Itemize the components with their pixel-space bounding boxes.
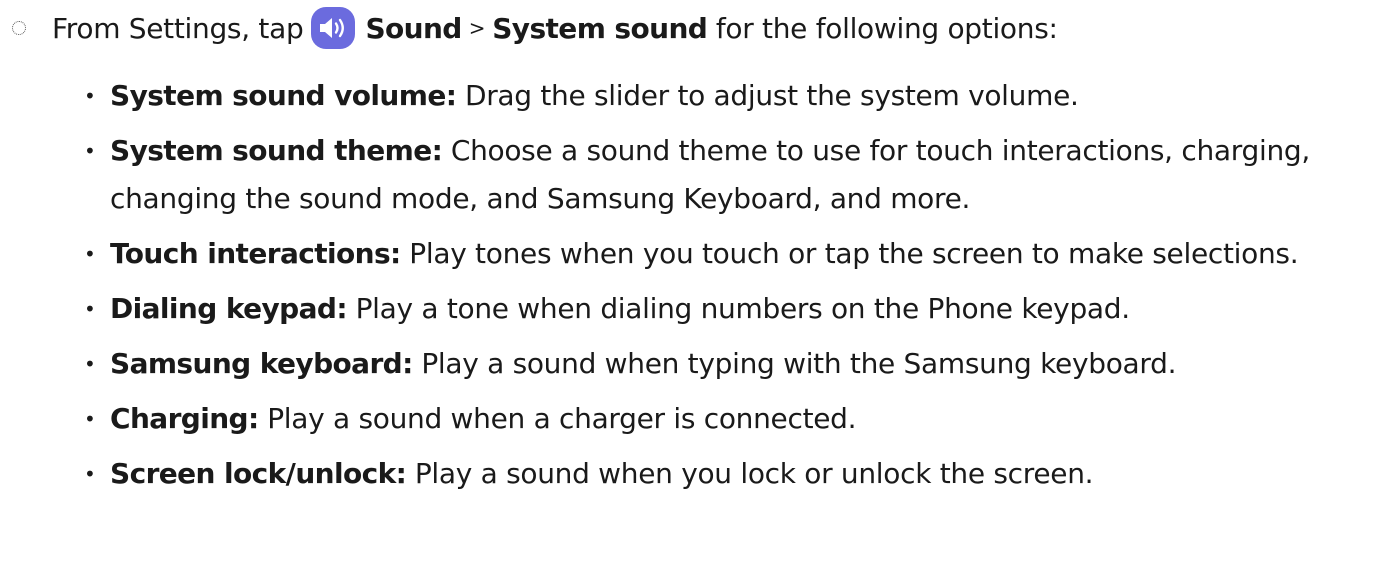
bullet-icon: • <box>84 407 96 431</box>
option-title: Screen lock/unlock: <box>110 457 407 490</box>
sound-settings-icon <box>311 7 356 49</box>
list-item: • Samsung keyboard: Play a sound when ty… <box>84 340 1384 388</box>
speaker-icon <box>320 18 345 38</box>
list-item: • System sound theme: Choose a sound the… <box>84 127 1384 223</box>
option-description: Play a tone when dialing numbers on the … <box>355 292 1131 325</box>
intro-line: From Settings, tap Sound > System sound … <box>10 4 1058 52</box>
option-title: Samsung keyboard: <box>110 347 413 380</box>
list-item: • Screen lock/unlock: Play a sound when … <box>84 450 1384 498</box>
bullet-icon: • <box>84 242 96 266</box>
option-title: System sound theme: <box>110 134 443 167</box>
option-title: Touch interactions: <box>110 237 401 270</box>
list-item: • System sound volume: Drag the slider t… <box>84 72 1384 120</box>
option-title: Dialing keypad: <box>110 292 348 325</box>
list-item: • Touch interactions: Play tones when yo… <box>84 230 1384 278</box>
bullet-icon: • <box>84 84 96 108</box>
option-title: System sound volume: <box>110 79 457 112</box>
list-item: • Dialing keypad: Play a tone when diali… <box>84 285 1384 333</box>
option-description: Drag the slider to adjust the system vol… <box>464 79 1079 112</box>
option-description: Play a sound when a charger is connected… <box>267 402 857 435</box>
bullet-icon: • <box>84 352 96 376</box>
bullet-icon: • <box>84 297 96 321</box>
options-list: • System sound volume: Drag the slider t… <box>84 72 1384 505</box>
option-description: Play a sound when you lock or unlock the… <box>414 457 1094 490</box>
list-item: • Charging: Play a sound when a charger … <box>84 395 1384 443</box>
intro-suffix: for the following options: <box>707 11 1058 45</box>
bullet-icon: • <box>84 462 96 486</box>
option-description: Play tones when you touch or tap the scr… <box>409 237 1299 270</box>
bullet-icon: • <box>84 139 96 163</box>
option-title: Charging: <box>110 402 259 435</box>
option-description: Play a sound when typing with the Samsun… <box>421 347 1177 380</box>
step-bullet-icon <box>12 21 26 35</box>
menu-sound: Sound <box>365 11 462 45</box>
intro-suffix-text: for the following options: <box>715 11 1058 45</box>
menu-separator: > <box>468 16 486 40</box>
menu-system-sound: System sound <box>492 11 708 45</box>
intro-prefix: From Settings, tap <box>52 11 304 45</box>
